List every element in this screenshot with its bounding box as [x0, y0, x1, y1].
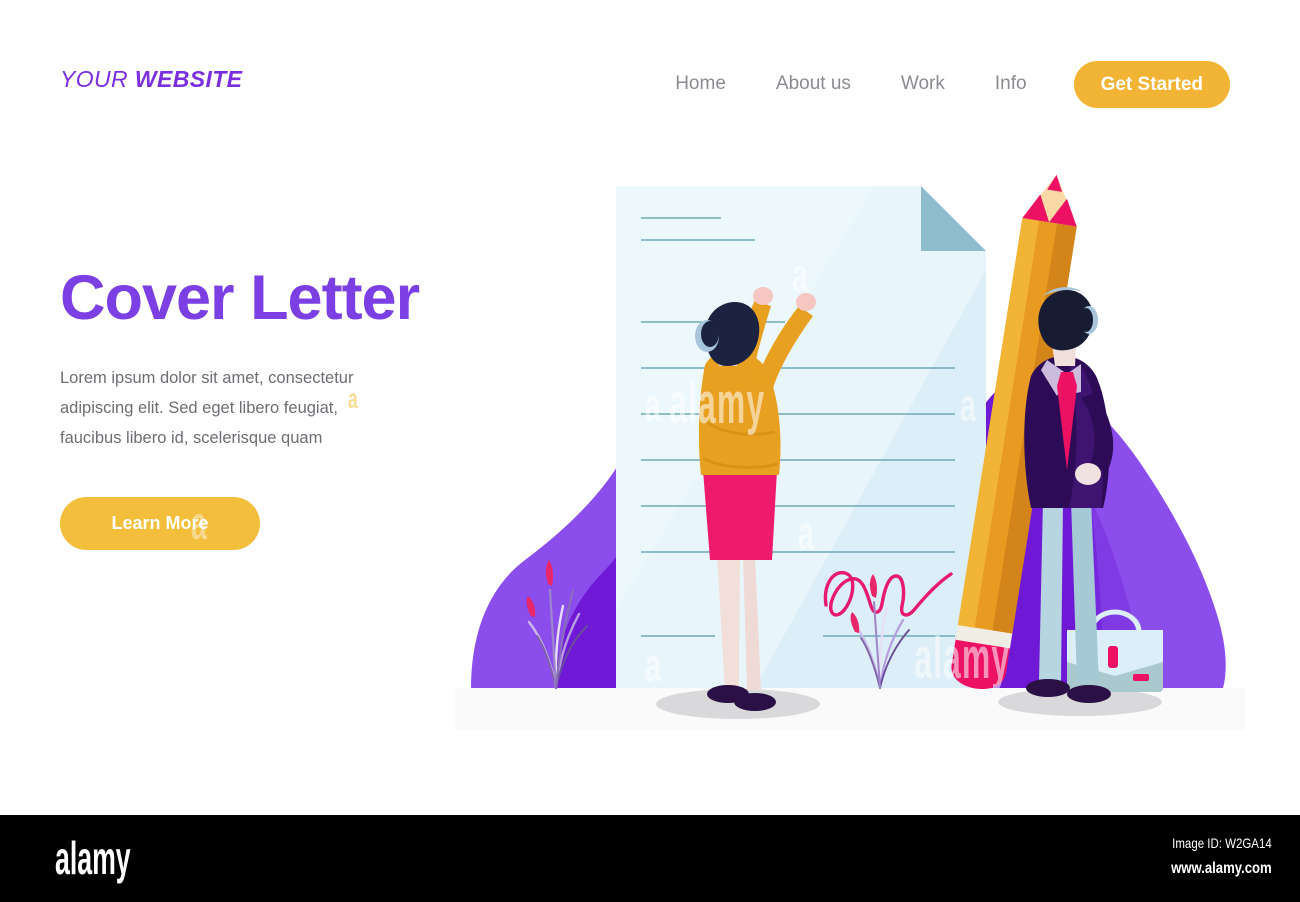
alamy-footer-bar: alamy Image ID: W2GA14 www.alamy.com — [0, 815, 1300, 902]
illustration-svg — [455, 174, 1245, 730]
cover-letter-document — [616, 186, 986, 688]
hero-copy: Cover Letter Lorem ipsum dolor sit amet,… — [60, 263, 490, 551]
learn-more-button[interactable]: Learn More — [60, 497, 260, 551]
main-navigation: Home About us Work Info Get Started — [650, 60, 1230, 108]
image-id-label: Image ID: W2GA14 — [1172, 835, 1272, 851]
logo-text-bold: WEBSITE — [134, 66, 243, 92]
logo-text-light: YOUR — [60, 66, 135, 92]
nav-item-info[interactable]: Info — [970, 60, 1052, 108]
nav-item-about-us[interactable]: About us — [751, 60, 876, 108]
site-header: YOUR WEBSITE Home About us Work Info Get… — [0, 0, 1300, 160]
page-title: Cover Letter — [60, 263, 420, 333]
alamy-logo: alamy — [55, 832, 131, 884]
alamy-url-label: www.alamy.com — [1171, 860, 1272, 877]
nav-item-home[interactable]: Home — [650, 60, 751, 108]
nav-item-work[interactable]: Work — [876, 60, 970, 108]
alamy-meta: Image ID: W2GA14 www.alamy.com — [1149, 835, 1272, 878]
hero-paragraph: Lorem ipsum dolor sit amet, consectetur … — [60, 369, 354, 448]
hero-illustration — [455, 170, 1245, 740]
site-logo[interactable]: YOUR WEBSITE — [60, 66, 242, 93]
get-started-button[interactable]: Get Started — [1073, 60, 1230, 108]
page-root: YOUR WEBSITE Home About us Work Info Get… — [0, 0, 1300, 902]
